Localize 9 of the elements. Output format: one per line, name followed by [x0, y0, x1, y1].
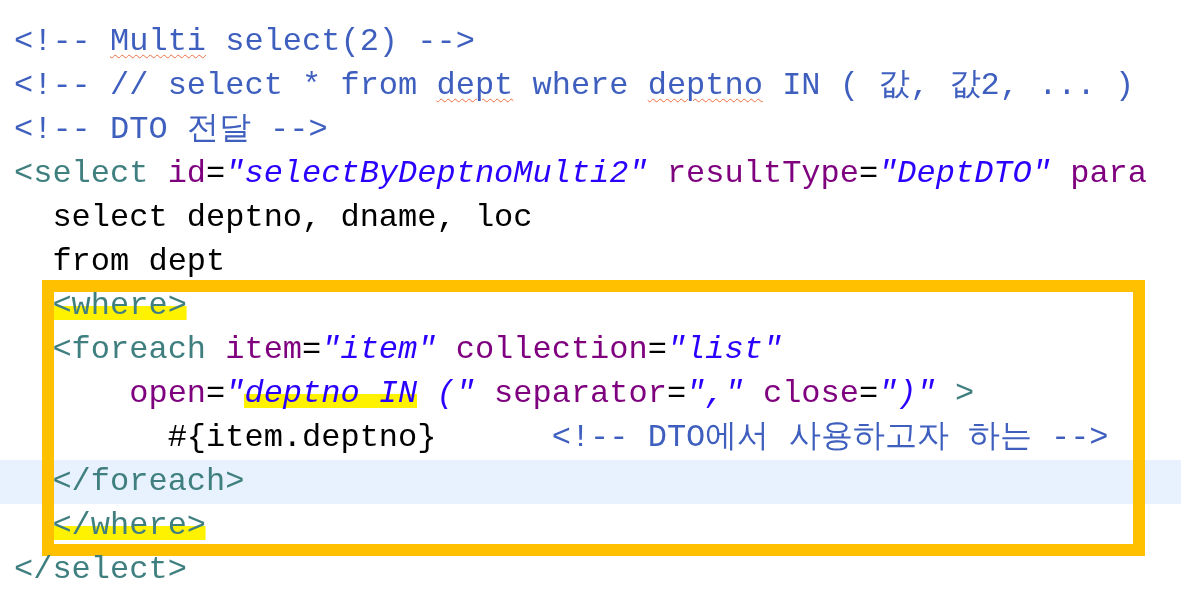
code-line: <!-- // select * from dept where deptno IN ( 값, 값2, ... ): [13, 66, 1136, 106]
code-line: #{item.deptno} <!-- DTO에서 사용하고자 하는 -->: [166, 418, 1110, 458]
code-line: from dept: [51, 242, 227, 282]
code-line: <foreach item="item" collection="list": [51, 330, 784, 370]
code-line: <!-- Multi select(2) -->: [13, 22, 476, 62]
code-line: <select id="selectByDeptnoMulti2" resultType="DeptDTO" para: [13, 154, 1148, 194]
code-line: select deptno, dname, loc: [51, 198, 534, 238]
code-line: <!-- DTO 전달 -->: [13, 110, 329, 150]
code-line: </select>: [13, 550, 188, 590]
